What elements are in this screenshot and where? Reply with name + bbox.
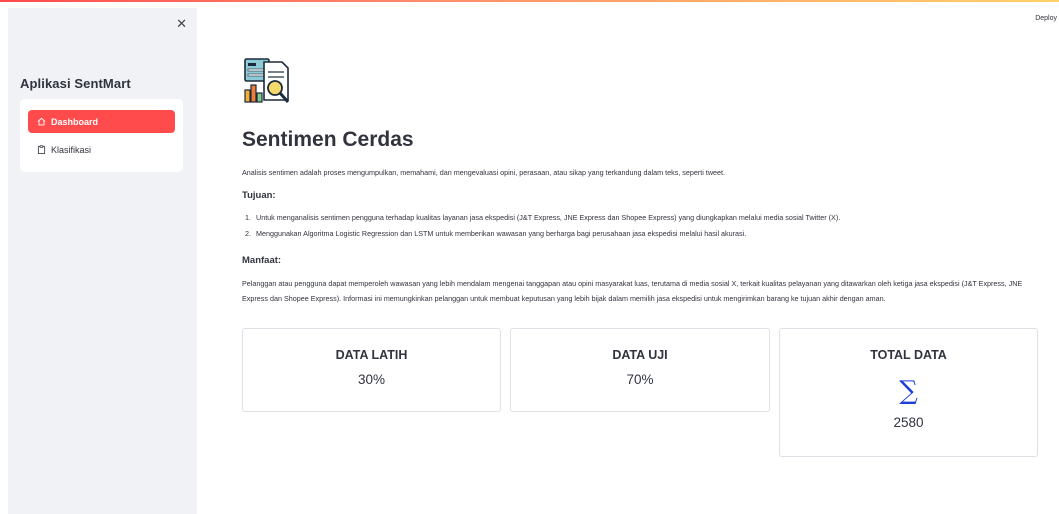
total-data-card: TOTAL DATA ∑ 2580 <box>779 328 1038 457</box>
clipboard-icon <box>37 145 46 154</box>
card-title: TOTAL DATA <box>870 348 947 362</box>
home-icon <box>37 117 46 126</box>
sidebar-item-klasifikasi[interactable]: Klasifikasi <box>28 138 175 161</box>
manfaat-heading: Manfaat: <box>242 255 282 266</box>
sidebar-menu: Dashboard Klasifikasi <box>20 99 183 172</box>
main-content: Sentimen Cerdas Analisis sentimen adalah… <box>242 0 1042 514</box>
card-value: 30% <box>357 372 386 387</box>
sigma-icon: ∑ <box>899 376 918 406</box>
manfaat-text: Pelanggan atau pengguna dapat memperoleh… <box>242 279 1023 303</box>
card-value: 70% <box>626 372 654 387</box>
close-icon[interactable]: ✕ <box>176 16 187 32</box>
tujuan-list: 1. Untuk menganalisis sentimen pengguna … <box>242 213 840 245</box>
intro-text: Analisis sentimen adalah proses mengumpu… <box>242 168 726 177</box>
sidebar-title: Aplikasi SentMart <box>20 76 131 91</box>
list-item: 1. Untuk menganalisis sentimen pengguna … <box>242 213 840 229</box>
sidebar-item-label: Dashboard <box>51 116 99 127</box>
card-value: 2580 <box>893 415 924 430</box>
page-title: Sentimen Cerdas <box>242 128 414 151</box>
sidebar-item-dashboard[interactable]: Dashboard <box>28 110 175 133</box>
card-title: DATA UJI <box>612 348 668 362</box>
report-analysis-icon <box>244 58 290 103</box>
data-uji-card: DATA UJI 70% <box>510 328 770 412</box>
card-title: DATA LATIH <box>335 348 408 362</box>
list-number: 1. <box>245 213 251 222</box>
list-number: 2. <box>245 229 251 238</box>
data-latih-card: DATA LATIH 30% <box>242 328 501 412</box>
tujuan-heading: Tujuan: <box>242 190 276 201</box>
list-text: Menggunakan Algoritma Logistic Regressio… <box>256 229 747 238</box>
sidebar: ✕ Aplikasi SentMart Dashboard Klasifikas… <box>8 8 197 514</box>
list-text: Untuk menganalisis sentimen pengguna ter… <box>256 213 841 222</box>
list-item: 2. Menggunakan Algoritma Logistic Regres… <box>242 229 840 245</box>
top-decoration-bar <box>0 0 1059 2</box>
sidebar-item-label: Klasifikasi <box>51 144 92 155</box>
